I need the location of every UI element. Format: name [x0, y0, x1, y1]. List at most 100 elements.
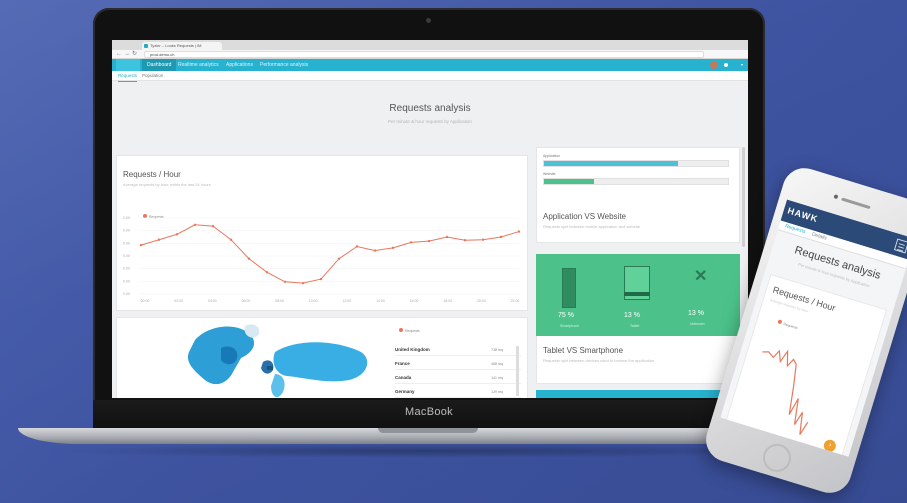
map-region-africa[interactable]: [271, 374, 285, 398]
url-input[interactable]: prod.demo.ch: [144, 51, 704, 58]
browser-tab[interactable]: Tyzler – Looks Requests | IM: [142, 42, 222, 50]
country-value: 738 req: [491, 348, 503, 352]
chart-point[interactable]: [373, 249, 377, 252]
chart-point[interactable]: [517, 230, 521, 233]
chart-point[interactable]: [427, 239, 431, 243]
y-tick-label: 0.00: [123, 229, 130, 233]
chart-point[interactable]: [283, 280, 287, 283]
x-tick-label: 22:00: [511, 299, 520, 303]
nav-item-realtime[interactable]: Realtime analytics: [178, 59, 219, 71]
country-value: 468 req: [491, 362, 503, 366]
favicon-icon: [144, 44, 148, 48]
app-navbar: Dashboard Realtime analytics Application…: [112, 59, 748, 71]
chart-point[interactable]: [211, 224, 215, 228]
app-logo[interactable]: [116, 59, 140, 71]
chart-point[interactable]: [247, 257, 251, 260]
bar-label-application: Application: [543, 154, 561, 158]
avatar[interactable]: [710, 61, 718, 69]
chart-point[interactable]: [175, 233, 179, 236]
nav-item-performance[interactable]: Performance analysis: [260, 59, 308, 71]
chart-point[interactable]: [229, 238, 233, 241]
bar-label-website: Website: [543, 172, 556, 176]
page-title: Requests analysis: [389, 103, 471, 114]
bar-value-website: 27%: [546, 189, 553, 193]
world-map-card: Requests United Kingdom 738 req France 468…: [116, 317, 528, 398]
browser-tab-title: Tyzler – Looks Requests | IM: [150, 43, 202, 48]
chart-point[interactable]: [319, 277, 323, 281]
subtabs: Requests Population: [112, 71, 748, 82]
country-list-scrollbar[interactable]: [516, 346, 519, 396]
chart-point[interactable]: [445, 235, 449, 239]
chart-point[interactable]: [355, 245, 359, 248]
x-tick-label: 18:00: [443, 299, 452, 303]
close-icon: ✕: [694, 268, 708, 285]
reload-icon[interactable]: ↻: [132, 51, 137, 58]
chart-point[interactable]: [265, 271, 269, 274]
country-row[interactable]: Canada 141 req: [395, 372, 521, 384]
chart-point[interactable]: [409, 241, 413, 244]
bar-fill-website: 27%: [544, 179, 594, 193]
y-tick-label: 0.00: [123, 254, 130, 258]
map-marker-uk[interactable]: [267, 366, 273, 370]
country-value: 141 req: [491, 376, 503, 380]
laptop-notch: [378, 428, 478, 433]
tablet-vs-smartphone-card: Tablet VS Smartphone Requests split betw…: [536, 336, 740, 384]
y-tick-label: 0.00: [123, 241, 130, 245]
nav-item-applications[interactable]: Applications: [226, 59, 253, 71]
bar-track-application: [543, 160, 729, 167]
x-tick-label: 06:00: [242, 299, 251, 303]
x-tick-label: 02:00: [174, 299, 183, 303]
tab-population[interactable]: Population: [142, 71, 163, 81]
laptop-bezel-bottom: MacBook: [93, 400, 765, 428]
country-name: United Kingdom: [395, 347, 430, 352]
country-row[interactable]: France 468 req: [395, 358, 521, 370]
page-subtitle: Per minute & hour requests by Applicatio…: [388, 119, 472, 124]
chart-point[interactable]: [463, 239, 467, 242]
chart-point[interactable]: [193, 223, 197, 226]
country-list: Requests United Kingdom 738 req France 468…: [395, 324, 525, 398]
mobile-chart-series: [762, 349, 809, 435]
user-menu[interactable]: ▾: [741, 59, 743, 71]
country-name: Canada: [395, 375, 412, 380]
y-tick-label: 0.00: [123, 216, 130, 220]
world-map: [187, 324, 368, 398]
back-icon[interactable]: ←: [116, 51, 122, 58]
chart-point[interactable]: [157, 238, 161, 241]
chart-point[interactable]: [301, 281, 305, 285]
x-tick-label: 20:00: [477, 299, 486, 303]
requests-hour-card: Requests / Hour Average requests by hour…: [116, 155, 528, 311]
country-legend-label: Requests: [405, 329, 420, 333]
x-tick-label: 14:00: [376, 299, 385, 303]
country-name: Germany: [395, 389, 415, 394]
tablet-vs-smartphone-subtitle: Requests split between devices used to b…: [543, 358, 655, 363]
nav-item-dashboard[interactable]: Dashboard: [142, 59, 177, 71]
device-name: Tablet: [630, 324, 640, 328]
x-tick-label: 00:00: [141, 299, 150, 303]
device-name: Smartphone: [560, 324, 580, 328]
forward-icon[interactable]: →: [124, 51, 130, 58]
chart-point[interactable]: [481, 238, 485, 241]
bar-track-website: 27%: [543, 178, 729, 193]
device-percent: 13 %: [624, 312, 640, 319]
page-header: Requests analysis Per minute & hour requ…: [112, 81, 748, 146]
address-bar: ← → ↻ prod.demo.ch: [112, 50, 748, 59]
x-tick-label: 16:00: [410, 299, 419, 303]
chart-point[interactable]: [139, 243, 143, 247]
device-name: Unknown: [690, 322, 705, 326]
chart-point[interactable]: [499, 235, 503, 239]
chart-point[interactable]: [337, 257, 341, 260]
chart-point[interactable]: [391, 246, 395, 250]
y-tick-label: 0.00: [123, 292, 130, 296]
smartphone-icon: [562, 268, 576, 308]
country-row[interactable]: United Kingdom 738 req: [395, 344, 521, 356]
page-scrollbar[interactable]: [742, 147, 745, 247]
hamburger-menu-icon[interactable]: [893, 238, 907, 254]
country-row[interactable]: Germany 129 req: [395, 386, 521, 398]
map-region-asia[interactable]: [273, 342, 368, 382]
app-vs-web-subtitle: Requests split between mobile applicatio…: [543, 224, 640, 229]
x-tick-label: 10:00: [309, 299, 318, 303]
y-tick-label: 0.00: [123, 279, 130, 283]
laptop-brand-label: MacBook: [405, 406, 453, 418]
x-tick-label: 04:00: [208, 299, 217, 303]
mobile-logo[interactable]: HAWK: [786, 205, 819, 224]
